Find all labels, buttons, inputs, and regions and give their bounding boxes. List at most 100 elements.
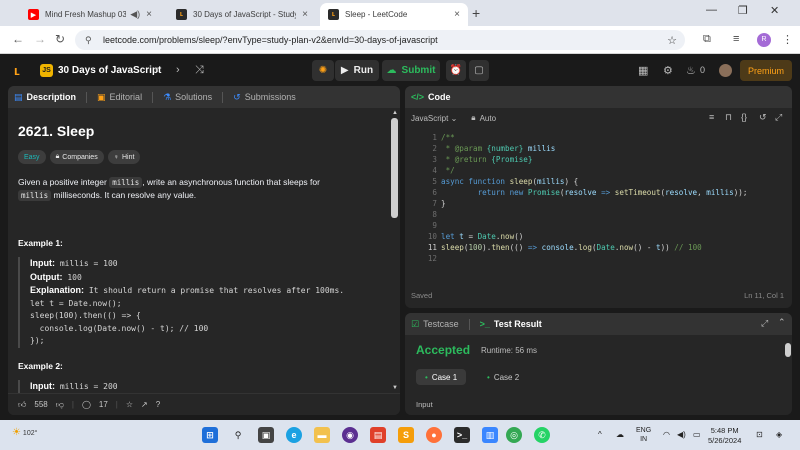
task-view-icon[interactable]: ▣ — [258, 427, 274, 443]
tab-testcase[interactable]: ☑ Testcase — [411, 319, 459, 330]
comment-icon[interactable]: ◯ — [82, 400, 91, 409]
forward-icon[interactable]: → — [34, 32, 46, 46]
edge-icon[interactable]: e — [286, 427, 302, 443]
whatsapp-icon[interactable]: ✆ — [534, 427, 550, 443]
system-clock[interactable]: 5:48 PM 5/26/2024 — [708, 426, 741, 446]
bookmark-star-icon[interactable]: ☆ — [667, 34, 677, 47]
thumbs-down-icon[interactable]: 👎︎ — [56, 400, 64, 410]
mode-label[interactable]: Auto — [480, 114, 496, 123]
language-indicator[interactable]: ENG IN — [636, 426, 651, 444]
scroll-up-arrow[interactable]: ▲ — [392, 110, 398, 116]
result-scrollbar[interactable] — [785, 343, 791, 357]
submit-button[interactable]: ☁ Submit — [382, 60, 440, 81]
clock-date: 5/26/2024 — [708, 436, 742, 445]
share-icon[interactable]: ↗ — [141, 400, 148, 409]
help-icon[interactable]: ? — [156, 400, 160, 409]
result-panel: ☑ Testcase >_ Test Result ⤢ ⌃ Accepted R… — [405, 313, 792, 415]
menu-dots-icon[interactable]: ⋮ — [782, 33, 793, 46]
firefox-icon[interactable]: ● — [426, 427, 442, 443]
terminal-icon[interactable]: >_ — [454, 427, 470, 443]
copilot-icon[interactable]: ◈ — [776, 430, 782, 439]
thumbs-up-icon[interactable]: 👍︎ — [18, 400, 26, 410]
star-icon[interactable]: ☆ — [126, 400, 133, 409]
wifi-icon[interactable]: ◠ — [663, 430, 670, 439]
close-icon[interactable]: × — [146, 9, 152, 20]
expand-icon[interactable]: ⤢ — [761, 318, 768, 329]
hint-tag[interactable]: ♀ Hint — [107, 150, 141, 164]
battery-icon[interactable]: ▭ — [693, 430, 701, 439]
site-info-icon[interactable]: ⚲ — [85, 35, 95, 45]
media-controls-icon[interactable]: ≡ — [733, 33, 739, 45]
premium-button[interactable]: Premium — [740, 60, 792, 81]
profile-avatar[interactable]: R — [757, 33, 771, 47]
office-icon[interactable]: ▤ — [370, 427, 386, 443]
scroll-down-arrow[interactable]: ▼ — [392, 385, 398, 391]
code-line: * @param {number} millis — [441, 144, 556, 153]
tab-test-result[interactable]: >_ Test Result — [480, 319, 542, 329]
notification-icon[interactable]: ⊡ — [756, 430, 763, 439]
chevron-left-icon[interactable]: ‹ — [155, 64, 159, 76]
collapse-icon[interactable]: ⌃ — [778, 317, 786, 328]
sublime-icon[interactable]: S — [398, 427, 414, 443]
timer-button[interactable]: ⏰ — [446, 60, 466, 81]
gear-icon[interactable]: ⚙ — [663, 64, 673, 77]
language-select[interactable]: JavaScript ⌄ — [411, 114, 457, 123]
tab-submissions[interactable]: ↺ Submissions — [233, 92, 296, 103]
expand-icon[interactable]: ⤢ — [775, 112, 782, 123]
app-icon[interactable]: ◉ — [342, 427, 358, 443]
onedrive-icon[interactable]: ☁ — [616, 430, 624, 439]
case-1-tab[interactable]: • Case 1 — [416, 369, 467, 385]
format-icon[interactable]: ≡ — [709, 112, 714, 122]
study-plan-title[interactable]: 30 Days of JavaScript — [58, 65, 161, 76]
streak-fire-icon[interactable]: ♨ — [686, 64, 696, 77]
bug-icon: ✺ — [318, 65, 328, 76]
weather-temp: 102° — [22, 430, 38, 437]
code-editor[interactable]: 1 2 3 4 5 6 7 8 9 10 11 12 /** * @param … — [405, 131, 792, 308]
problem-title[interactable]: 2621. Sleep — [18, 123, 380, 139]
tab-description[interactable]: ▤ Description — [14, 92, 76, 103]
weather-widget[interactable]: ☀ 102° — [12, 427, 37, 438]
notepad-icon[interactable]: ▥ — [482, 427, 498, 443]
line-number: 7 — [432, 199, 437, 208]
user-avatar[interactable] — [719, 64, 732, 77]
volume-icon[interactable]: ◀) — [677, 430, 686, 439]
chrome-icon[interactable]: ◎ — [506, 427, 522, 443]
close-icon[interactable]: × — [454, 9, 460, 20]
example-code-line: let t = Date.now(); — [30, 298, 122, 308]
maximize-icon[interactable]: ❐ — [738, 4, 748, 17]
speaker-icon[interactable]: ◀) — [130, 9, 140, 20]
description-scrollbar[interactable] — [391, 118, 398, 218]
extensions-icon[interactable]: ⧉ — [703, 33, 711, 46]
bookmark-icon[interactable]: ⊓ — [725, 112, 732, 123]
url-input[interactable]: ⚲ leetcode.com/problems/sleep/?envType=s… — [75, 30, 685, 50]
notes-button[interactable]: ▢ — [469, 60, 489, 81]
case-2-tab[interactable]: • Case 2 — [478, 369, 528, 385]
tab-editorial[interactable]: ▣ Editorial — [97, 92, 142, 103]
reset-icon[interactable]: ↺ — [759, 112, 767, 123]
shuffle-icon[interactable]: ⤨ — [195, 64, 204, 77]
chevron-right-icon[interactable]: › — [176, 64, 180, 76]
companies-tag[interactable]: 🔒︎ Companies — [49, 150, 104, 164]
example-explanation-row: Explanation: It should return a promise … — [30, 284, 380, 298]
search-icon[interactable]: ⚲ — [230, 427, 246, 443]
layout-grid-icon[interactable]: ▦ — [638, 64, 648, 77]
leetcode-logo-icon[interactable]: ʟ — [14, 63, 20, 78]
output-label: Output: — [30, 271, 63, 282]
minimize-icon[interactable]: — — [706, 4, 717, 16]
braces-icon[interactable]: {} — [741, 112, 747, 122]
new-tab-button[interactable]: + — [472, 5, 480, 21]
windows-start-icon[interactable]: ⊞ — [202, 427, 218, 443]
reload-icon[interactable]: ↻ — [55, 32, 65, 46]
browser-tab-sleep[interactable]: ʟ Sleep - LeetCode × — [320, 3, 468, 26]
file-explorer-icon[interactable]: ▬ — [314, 427, 330, 443]
browser-tab-youtube[interactable]: ▶ Mind Fresh Mashup 03 ◀) × — [20, 3, 160, 26]
chevron-up-icon[interactable]: ^ — [598, 430, 602, 439]
browser-tab-study-plan[interactable]: ʟ 30 Days of JavaScript - Study Pl × — [168, 3, 316, 26]
close-icon[interactable]: × — [302, 9, 308, 20]
tab-code[interactable]: </> Code — [411, 92, 451, 102]
back-icon[interactable]: ← — [12, 32, 24, 46]
close-window-icon[interactable]: ✕ — [770, 4, 779, 17]
tab-solutions[interactable]: ⚗ Solutions — [163, 92, 212, 103]
debug-button[interactable]: ✺ — [312, 60, 334, 81]
run-button[interactable]: ▶ Run — [335, 60, 379, 81]
